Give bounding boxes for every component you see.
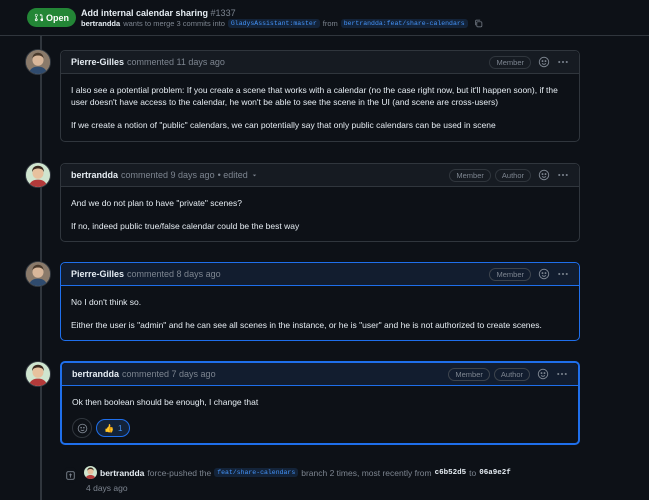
role-badge: Member xyxy=(489,267,531,281)
base-branch-chip[interactable]: GladysAssistant:master xyxy=(227,19,320,28)
comment-body: Ok then boolean should be enough, I chan… xyxy=(62,386,578,418)
event-action: force-pushed the xyxy=(147,467,212,478)
pr-state-label: Open xyxy=(45,12,69,23)
avatar[interactable] xyxy=(25,49,51,75)
edited-dropdown[interactable]: • edited xyxy=(218,170,258,180)
comment-body: And we do not plan to have "private" sce… xyxy=(61,187,579,242)
comment-header: bertrandda commented 9 days ago • edited… xyxy=(61,164,579,187)
force-push-event: bertrandda force-pushed the feat/share-c… xyxy=(84,466,511,479)
role-badge: Member xyxy=(489,55,531,69)
add-reaction-button[interactable] xyxy=(72,418,92,438)
pr-sticky-header: Open Add internal calendar sharing #1337… xyxy=(0,0,649,36)
comment-paragraph: No I don't think so. xyxy=(71,297,142,307)
smiley-icon[interactable] xyxy=(538,268,550,280)
comment-paragraph: Either the user is "admin" and he can se… xyxy=(71,320,542,330)
comment-paragraph: If no, indeed public true/false calendar… xyxy=(71,221,300,231)
event-to-text: to xyxy=(469,467,477,478)
comment-author[interactable]: bertrandda xyxy=(71,170,118,180)
comment-author[interactable]: Pierre-Gilles xyxy=(71,269,124,279)
avatar[interactable] xyxy=(25,261,51,287)
comment-timestamp[interactable]: commented 8 days ago xyxy=(127,269,221,279)
event-suffix: branch 2 times, most recently from xyxy=(301,467,432,478)
from-sha-link[interactable]: c6b52d5 xyxy=(435,469,467,477)
thumbs-up-icon: 👍 xyxy=(104,423,114,433)
triangle-down-icon xyxy=(252,174,257,176)
comment-header: Pierre-Gilles commented 11 days ago Memb… xyxy=(61,51,579,74)
pr-title-text: Add internal calendar sharing xyxy=(81,8,209,18)
to-sha-link[interactable]: 06a9e2f xyxy=(479,469,511,477)
event-branch-chip[interactable]: feat/share-calendars xyxy=(214,468,299,477)
author-badge: Author xyxy=(493,367,530,381)
git-pull-request-icon xyxy=(34,13,43,22)
event-author[interactable]: bertrandda xyxy=(100,468,144,478)
pr-author-link[interactable]: bertrandda xyxy=(81,19,120,28)
role-badge: Member xyxy=(449,168,491,182)
reaction-count: 1 xyxy=(117,423,123,433)
reactions-bar: 👍 1 xyxy=(62,418,578,448)
comment: bertrandda commented 9 days ago • edited… xyxy=(60,163,580,242)
comment-paragraph: I also see a potential problem: If you c… xyxy=(71,85,558,107)
pr-state-badge: Open xyxy=(27,8,76,27)
role-badge: Member xyxy=(448,367,490,381)
edited-label: • edited xyxy=(217,170,248,180)
smiley-icon xyxy=(77,423,87,433)
comment-author[interactable]: bertrandda xyxy=(72,369,119,379)
smiley-icon[interactable] xyxy=(538,169,550,181)
head-branch-chip[interactable]: bertrandda:feat/share-calendars xyxy=(340,19,468,28)
comment: Pierre-Gilles commented 11 days ago Memb… xyxy=(60,50,580,142)
comment-timestamp[interactable]: commented 9 days ago xyxy=(121,170,215,180)
kebab-horizontal-icon[interactable] xyxy=(557,169,569,181)
pr-from-text: from xyxy=(322,19,338,28)
pr-title: Add internal calendar sharing #1337 xyxy=(81,8,236,18)
kebab-horizontal-icon[interactable] xyxy=(557,56,569,68)
comment-header: Pierre-Gilles commented 8 days ago Membe… xyxy=(61,263,579,286)
kebab-horizontal-icon[interactable] xyxy=(557,268,569,280)
pr-merge-text: wants to merge 3 commits into xyxy=(123,19,225,28)
author-badge: Author xyxy=(494,168,531,182)
comment-paragraph: If we create a notion of "public" calend… xyxy=(71,120,496,130)
smiley-icon[interactable] xyxy=(537,368,549,380)
repo-push-icon xyxy=(62,467,78,483)
comment-timestamp[interactable]: commented 11 days ago xyxy=(127,57,225,67)
event-timestamp[interactable]: 4 days ago xyxy=(86,483,128,493)
comment: Pierre-Gilles commented 8 days ago Membe… xyxy=(60,262,580,341)
avatar[interactable] xyxy=(25,162,51,188)
thumbs-up-reaction[interactable]: 👍 1 xyxy=(96,419,131,437)
smiley-icon[interactable] xyxy=(538,56,550,68)
comment-body: I also see a potential problem: If you c… xyxy=(61,74,579,141)
pr-meta: bertrandda wants to merge 3 commits into… xyxy=(81,19,483,28)
comment-timestamp[interactable]: commented 7 days ago xyxy=(122,369,216,379)
comment-header: bertrandda commented 7 days ago Member A… xyxy=(62,363,578,386)
comment-body: No I don't think so. Either the user is … xyxy=(61,286,579,341)
comment-author[interactable]: Pierre-Gilles xyxy=(71,57,124,67)
kebab-horizontal-icon[interactable] xyxy=(556,368,568,380)
pr-number: #1337 xyxy=(210,8,236,18)
mini-avatar[interactable] xyxy=(84,466,97,479)
comment-paragraph: Ok then boolean should be enough, I chan… xyxy=(72,397,259,407)
copy-icon[interactable] xyxy=(474,19,483,28)
comment-paragraph: And we do not plan to have "private" sce… xyxy=(71,198,242,208)
avatar[interactable] xyxy=(25,361,51,387)
comment-selected: bertrandda commented 7 days ago Member A… xyxy=(60,361,580,445)
